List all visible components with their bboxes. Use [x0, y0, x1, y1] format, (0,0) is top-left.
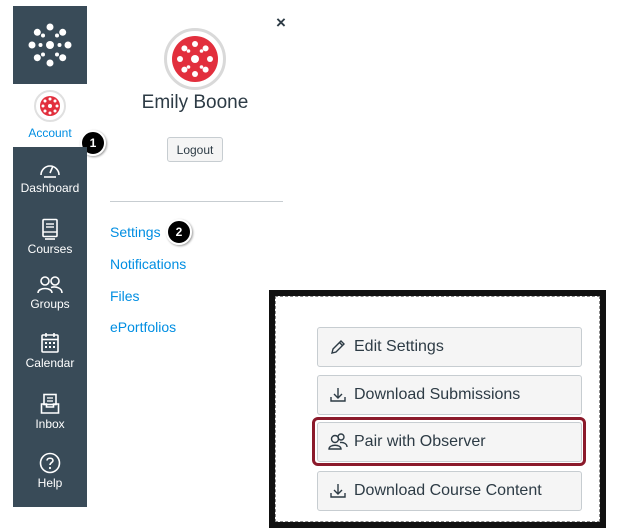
- account-avatar: [34, 90, 66, 122]
- settings-sidebar-inset: Edit Settings Download Submissions Pair …: [269, 290, 606, 528]
- download-icon: [328, 481, 348, 501]
- logout-button[interactable]: Logout: [167, 137, 223, 162]
- close-tray-button[interactable]: ×: [276, 13, 286, 33]
- global-nav: Dashboard Courses Groups Calendar Inbox …: [13, 147, 87, 507]
- calendar-icon: [41, 333, 59, 353]
- tray-link-eportfolios[interactable]: ePortfolios: [110, 319, 176, 335]
- nav-item-groups[interactable]: Groups: [13, 275, 87, 311]
- nav-item-label: Courses: [27, 242, 73, 256]
- user-avatar: [164, 28, 226, 90]
- edit-settings-button[interactable]: Edit Settings: [317, 327, 582, 367]
- courses-icon: [42, 218, 58, 240]
- nav-item-calendar[interactable]: Calendar: [13, 332, 87, 370]
- download-submissions-label: Download Submissions: [354, 386, 521, 403]
- dashboard-icon: [40, 165, 60, 178]
- nav-item-inbox[interactable]: Inbox: [13, 393, 87, 431]
- nav-item-label: Groups: [30, 297, 70, 311]
- pencil-icon: [328, 337, 348, 357]
- inbox-icon: [40, 393, 60, 414]
- download-icon: [328, 385, 348, 405]
- download-course-content-label: Download Course Content: [354, 482, 542, 499]
- highlight-box: [312, 417, 586, 466]
- nav-item-courses[interactable]: Courses: [13, 218, 87, 256]
- nav-account-label: Account: [28, 126, 72, 140]
- canvas-logo-icon: [28, 23, 72, 67]
- tray-link-notifications[interactable]: Notifications: [110, 256, 186, 272]
- tray-divider: [110, 201, 283, 202]
- nav-item-label: Help: [37, 476, 63, 490]
- nav-item-label: Calendar: [25, 356, 75, 370]
- tray-link-files[interactable]: Files: [110, 288, 140, 304]
- nav-item-dashboard[interactable]: Dashboard: [13, 159, 87, 195]
- settings-sidebar: Edit Settings Download Submissions Pair …: [275, 296, 600, 522]
- canvas-avatar-icon: [172, 36, 218, 82]
- user-name: Emily Boone: [141, 92, 249, 113]
- nav-item-label: Dashboard: [20, 181, 80, 195]
- download-submissions-button[interactable]: Download Submissions: [317, 375, 582, 415]
- nav-item-label: Inbox: [35, 417, 65, 431]
- canvas-logo[interactable]: [13, 6, 87, 84]
- nav-item-help[interactable]: Help: [13, 452, 87, 490]
- nav-account[interactable]: Account: [13, 84, 87, 147]
- help-icon: [39, 452, 61, 474]
- groups-icon: [37, 276, 63, 294]
- download-course-content-button[interactable]: Download Course Content: [317, 471, 582, 511]
- edit-settings-label: Edit Settings: [354, 338, 444, 355]
- canvas-avatar-icon: [40, 96, 60, 116]
- step-badge-2: 2: [166, 219, 192, 245]
- tray-link-settings[interactable]: Settings: [110, 224, 161, 240]
